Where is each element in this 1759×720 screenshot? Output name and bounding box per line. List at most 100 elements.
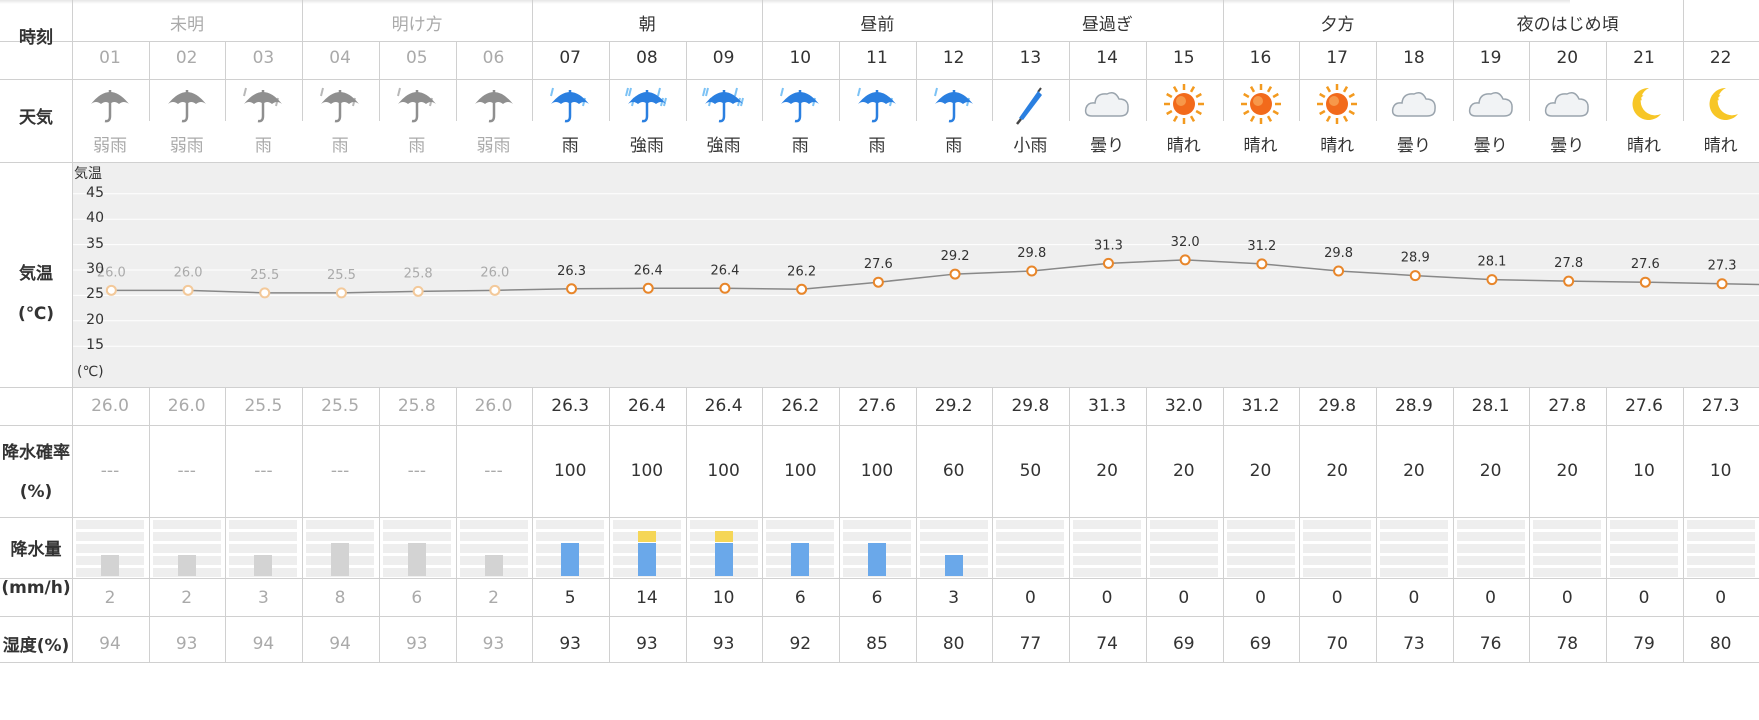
grid-hline (0, 162, 1759, 163)
temperature-point (259, 287, 271, 299)
precip-bar-track (1303, 520, 1372, 578)
precip-bar-track (1226, 520, 1295, 578)
weather-text: 曇り (1473, 136, 1508, 156)
humidity-value: 69 (1249, 634, 1272, 654)
row-label-precip-prob: 降水確率 (2, 443, 70, 463)
temperature-point (412, 285, 424, 297)
temperature-point (1256, 258, 1268, 270)
grid-vline (1529, 387, 1530, 662)
umbrella-gray-rain-icon (392, 82, 442, 126)
precip-amt-value: 0 (1331, 588, 1343, 608)
precip-bar-heavy (714, 531, 733, 542)
temp-value: 27.3 (1701, 396, 1740, 416)
precip-bar-track (996, 520, 1065, 578)
hour-label: 10 (789, 48, 812, 68)
temp-value: 26.4 (704, 396, 743, 416)
temperature-point (872, 276, 884, 288)
umbrella-blue-rain-icon (545, 82, 595, 126)
hour-label: 11 (866, 48, 888, 68)
temperature-data-label: 29.8 (1017, 246, 1046, 261)
precip-amt-value: 0 (1178, 588, 1190, 608)
precip-amt-value: 0 (1255, 588, 1266, 608)
hour-label: 08 (636, 48, 658, 68)
temperature-data-label: 26.2 (787, 264, 816, 279)
umbrella-blue-rain-icon (775, 82, 825, 126)
precip-prob-value: 20 (1403, 461, 1425, 481)
grid-vline (302, 387, 303, 662)
grid-vline (1606, 387, 1607, 662)
precip-amt-value: 0 (1715, 588, 1727, 608)
hourly-forecast-table: 26.0 26.0 25.5 25.5 25.8 26.0 26.3 26.4 26.4 26.2… (0, 0, 1759, 720)
moon-icon (1619, 82, 1669, 126)
precip-bar-track (1533, 520, 1602, 578)
temperature-data-label: 28.9 (1401, 251, 1430, 266)
temperature-data-label: 27.6 (1631, 257, 1660, 272)
temp-value: 26.0 (91, 396, 129, 416)
temp-value: 26.0 (474, 396, 513, 416)
humidity-value: 74 (1096, 634, 1118, 654)
temperature-data-label: 31.2 (1247, 239, 1276, 254)
temperature-data-label: 26.3 (557, 264, 586, 279)
precip-bar (868, 543, 886, 576)
temperature-point (1102, 257, 1114, 269)
precip-prob-value: 50 (1019, 461, 1042, 481)
grid-vline (1299, 387, 1300, 662)
weather-text: 晴れ (1627, 136, 1661, 156)
temp-value: 28.1 (1471, 396, 1510, 416)
temperature-data-label: 25.5 (327, 268, 356, 283)
humidity-value: 79 (1633, 634, 1655, 654)
temperature-data-label: 26.4 (634, 263, 663, 278)
precip-bar-track (1073, 520, 1142, 578)
temperature-line (111, 259, 1759, 294)
precip-amt-value: 2 (488, 588, 499, 608)
temperature-data-label: 32.0 (1171, 235, 1200, 250)
grid-vline (762, 387, 763, 662)
temperature-data-label: 27.6 (864, 257, 893, 272)
hour-label: 05 (405, 48, 428, 68)
precip-amt-value: 6 (871, 588, 883, 608)
temp-value: 32.0 (1164, 396, 1203, 416)
closed-umbrella-icon (1005, 82, 1055, 126)
temperature-point (1486, 274, 1498, 286)
humidity-value: 80 (942, 634, 965, 654)
precip-amt-value: 6 (794, 588, 806, 608)
hour-label: 18 (1403, 48, 1425, 68)
temperature-data-label: 26.0 (174, 265, 203, 280)
precip-bar (714, 543, 733, 576)
temp-value: 26.4 (627, 396, 666, 416)
precip-amt-value: 0 (1485, 588, 1496, 608)
row-label-weather: 天気 (19, 108, 53, 128)
precip-bar-track (1686, 520, 1755, 578)
weather-text: 雨 (561, 136, 579, 156)
humidity-value: 93 (175, 634, 198, 654)
grid-vline (1069, 387, 1070, 662)
temperature-point (1179, 254, 1191, 266)
sun-icon (1236, 82, 1286, 126)
cloud-icon (1542, 82, 1592, 126)
temperature-point (335, 287, 347, 299)
humidity-value: 93 (559, 634, 581, 654)
temp-value: 26.2 (781, 396, 820, 416)
temperature-point (1716, 278, 1728, 290)
temperature-point (1409, 270, 1421, 282)
precip-bar-track (1379, 520, 1448, 578)
chart-y-tick: 35 (86, 235, 104, 252)
grid-vline (609, 387, 610, 662)
grid-hline (0, 517, 1759, 518)
precip-prob-value: --- (177, 461, 196, 481)
grid-vline (839, 387, 840, 662)
grid-hline (0, 616, 1759, 617)
chart-y-tick: 25 (86, 286, 104, 303)
humidity-value: 93 (405, 634, 428, 654)
grid-hline (0, 79, 1759, 80)
hour-label: 22 (1709, 48, 1732, 68)
weather-text: 曇り (1090, 136, 1125, 156)
grid-hline (0, 387, 1759, 388)
row-label-precip-amt: 降水量 (10, 540, 62, 560)
temperature-point (1639, 276, 1651, 288)
hour-label: 21 (1633, 48, 1655, 68)
temperature-point (796, 283, 808, 295)
precip-prob-value: --- (407, 461, 426, 481)
grid-hline (0, 425, 1759, 426)
grid-vline (1223, 387, 1224, 662)
